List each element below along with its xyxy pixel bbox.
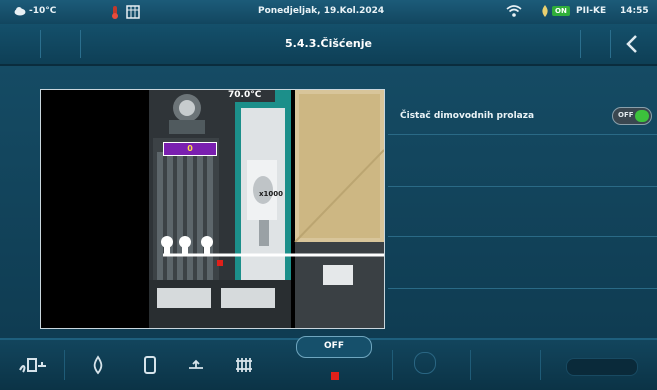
page-title: 5.4.3.Čišćenje [285, 37, 372, 50]
boiler-illustration [149, 90, 384, 328]
divider [388, 288, 657, 289]
thermometer-icon [112, 6, 118, 19]
flue-cleaner-toggle[interactable]: OFF [612, 107, 652, 125]
nav-flame[interactable] [86, 354, 110, 376]
status-badge: ON [552, 6, 570, 16]
boiler-temperature: 70.0°C [228, 90, 262, 100]
boiler-burner-icon [19, 358, 46, 373]
bottom-navigation: OFF [0, 336, 657, 390]
radiator-icon [236, 358, 252, 372]
nav-boiler-burner[interactable] [16, 354, 50, 376]
outdoor-temperature: -10°C [29, 6, 57, 16]
divider [470, 350, 471, 380]
cloud-icon [14, 7, 26, 16]
current-date: Ponedjeljak, 19.Kol.2024 [258, 6, 385, 16]
boiler-cleaning-diagram: 70.0°C 0 x1000 [40, 89, 385, 329]
pump-icon [189, 359, 203, 369]
toggle-state-label: OFF [618, 111, 634, 119]
calendar-grid-icon [126, 5, 140, 19]
divider [388, 186, 657, 187]
divider [388, 236, 657, 237]
scroll-indicator[interactable] [566, 358, 638, 376]
cleaning-counter: 0 [163, 142, 217, 156]
flame-icon [93, 355, 103, 375]
divider [540, 350, 541, 380]
divider [392, 350, 393, 380]
setting-label: Čistač dimovodnih prolaza [400, 111, 535, 121]
nav-pump[interactable] [184, 354, 208, 376]
chevron-left-icon [626, 35, 637, 53]
divider [64, 350, 65, 380]
off-button[interactable]: OFF [296, 336, 372, 358]
setting-flue-cleaner: Čistač dimovodnih prolaza OFF [388, 100, 657, 135]
nav-placeholder-button[interactable] [414, 352, 436, 374]
tank-icon [144, 356, 156, 374]
flame-icon [542, 5, 548, 17]
operating-mode: PII-KE [576, 6, 607, 16]
status-bar: -10°C Ponedjeljak, 19.Kol.2024 ON PII-KE… [0, 0, 657, 25]
back-button[interactable] [617, 30, 647, 58]
current-time: 14:55 [620, 6, 649, 16]
nav-radiator[interactable] [232, 354, 256, 376]
stop-indicator [331, 372, 339, 380]
toggle-knob [635, 110, 649, 122]
title-bar: 5.4.3.Čišćenje [0, 24, 657, 66]
wifi-icon [506, 5, 522, 17]
nav-tank[interactable] [138, 354, 162, 376]
fan-speed-label: x1000 [259, 190, 283, 198]
